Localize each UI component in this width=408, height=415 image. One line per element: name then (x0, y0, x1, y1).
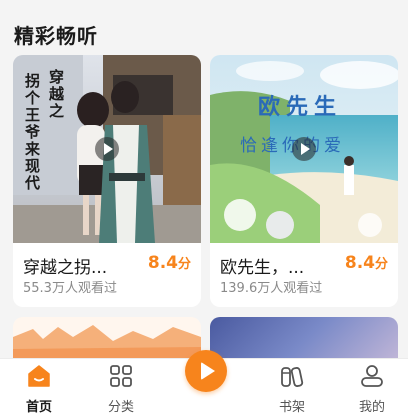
card-views: 139.6万人观看过 (220, 281, 323, 296)
card-score: 8.4分 (345, 253, 388, 273)
audiobook-card[interactable]: 欧先生 恰逢你的爱 欧先生，... 8.4分 139.6万人观看过 (210, 55, 398, 307)
play-button[interactable] (185, 350, 227, 392)
profile-icon (361, 365, 383, 387)
play-icon[interactable] (95, 137, 119, 161)
audiobook-cover[interactable]: 欧先生 恰逢你的爱 (210, 55, 398, 243)
card-views: 55.3万人观看过 (23, 281, 117, 296)
score-value: 8.4 (344, 253, 375, 273)
card-score: 8.4分 (148, 253, 191, 273)
cover-subtitle-line: 拐个王爷来现代 (23, 73, 41, 192)
bookshelf-icon (281, 367, 304, 387)
card-title: 欧先生，... (220, 258, 305, 278)
card-title: 穿越之拐... (23, 258, 108, 278)
cover-title-art: 穿越之 拐个王爷来现代 (23, 69, 79, 229)
audiobook-card[interactable]: 穿越之 拐个王爷来现代 穿越之拐... 8.4分 55.3万人观看过 (13, 55, 201, 307)
tab-home[interactable]: 首页 (9, 359, 69, 415)
score-unit: 分 (177, 257, 191, 272)
grid-icon (110, 365, 132, 387)
tab-label: 分类 (107, 400, 134, 415)
home-icon (28, 365, 50, 387)
score-value: 8.4 (147, 253, 178, 273)
tab-profile[interactable]: 我的 (342, 359, 402, 415)
tab-category[interactable]: 分类 (91, 359, 151, 415)
tab-bookshelf[interactable]: 书架 (262, 359, 322, 415)
page: 精彩畅听 穿越之 拐个王爷来现代 穿越之拐... 8.4分 55.3万人观看过 … (0, 0, 408, 415)
audiobook-cover[interactable]: 穿越之 拐个王爷来现代 (13, 55, 201, 243)
tab-label: 书架 (278, 400, 305, 415)
play-icon[interactable] (292, 137, 316, 161)
cover-title-line: 欧先生 (258, 94, 343, 120)
cover-title-line: 穿越之 (47, 69, 65, 120)
tab-label: 我的 (358, 400, 385, 415)
score-unit: 分 (374, 257, 388, 272)
tab-label: 首页 (25, 400, 52, 415)
section-title: 精彩畅听 (14, 24, 98, 48)
